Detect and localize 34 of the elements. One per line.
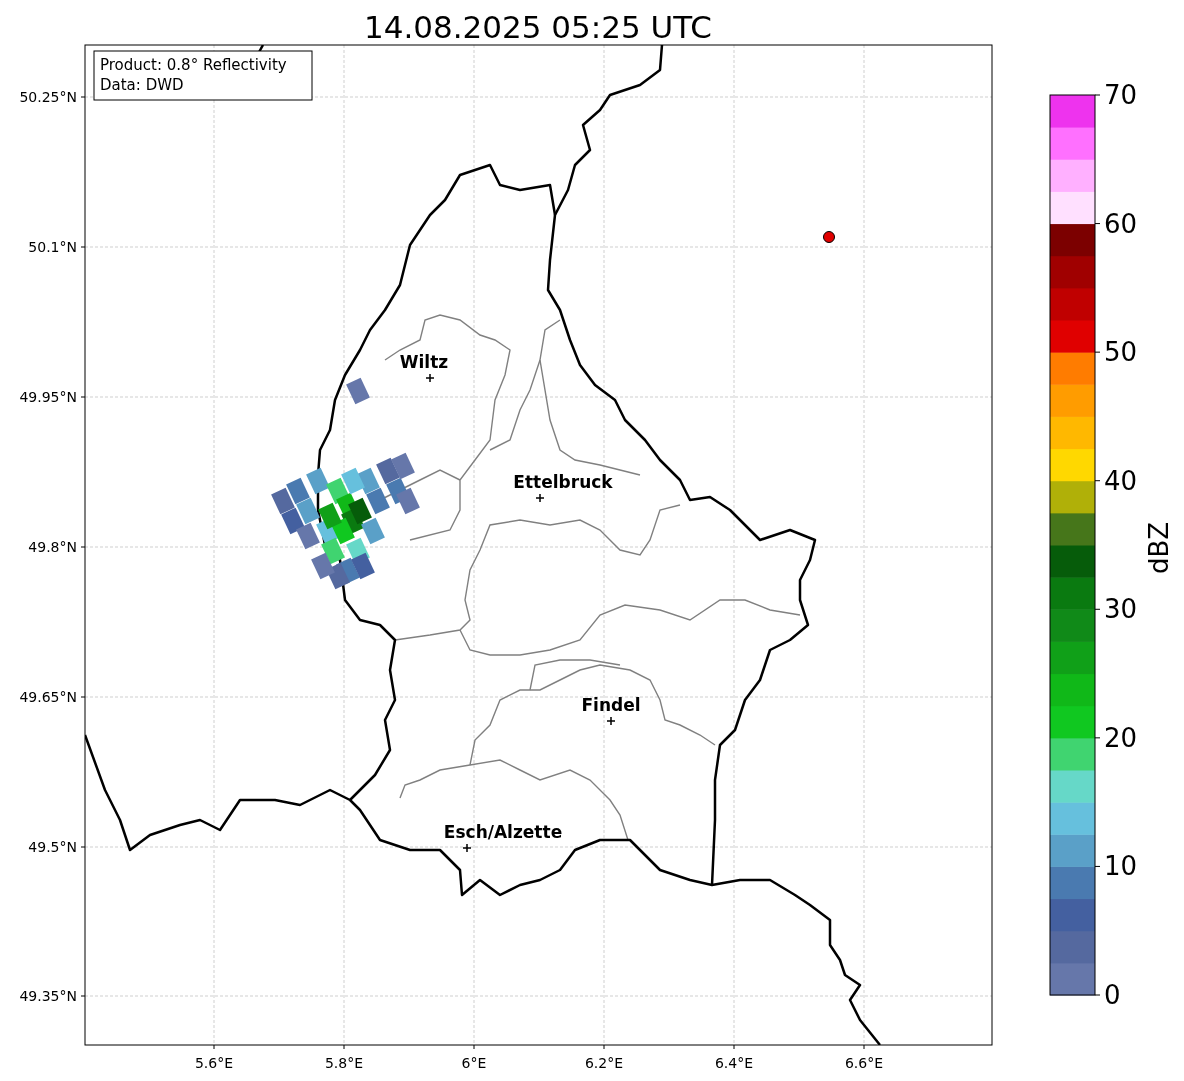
latitude-label: 50.1°N bbox=[28, 239, 77, 255]
latitude-label: 49.95°N bbox=[19, 389, 77, 405]
city-marker-icon bbox=[425, 373, 435, 383]
longitude-label: 5.6°E bbox=[194, 1055, 234, 1071]
colorbar-label: dBZ bbox=[1144, 521, 1174, 575]
colorbar-tick-label: 30 bbox=[1104, 594, 1138, 625]
city-marker-icon bbox=[535, 493, 545, 503]
colorbar-tick-label: 70 bbox=[1104, 80, 1138, 110]
colorbar-tick-label: 40 bbox=[1104, 465, 1138, 496]
info-text: Data: DWD bbox=[100, 76, 184, 94]
longitude-label: 6.4°E bbox=[714, 1055, 754, 1071]
latitude-label: 49.65°N bbox=[19, 689, 77, 705]
colorbar-tick-label: 10 bbox=[1104, 851, 1138, 882]
colorbar-tick-label: 20 bbox=[1104, 722, 1138, 753]
latitude-label: 50.25°N bbox=[19, 89, 77, 105]
latitude-label: 49.5°N bbox=[28, 839, 77, 855]
city-marker-icon bbox=[606, 716, 616, 726]
city-marker-icon bbox=[462, 843, 472, 853]
colorbar-tick-label: 0 bbox=[1104, 980, 1121, 1010]
latitude-label: 49.8°N bbox=[28, 539, 77, 555]
longitude-label: 5.8°E bbox=[324, 1055, 364, 1071]
colorbar-tick-label: 60 bbox=[1104, 208, 1138, 239]
city-label: Wiltz bbox=[399, 352, 449, 372]
latitude-label: 49.35°N bbox=[19, 988, 77, 1004]
longitude-label: 6.6°E bbox=[844, 1055, 884, 1071]
info-text: Product: 0.8° Reflectivity bbox=[100, 56, 287, 74]
colorbar-tick-label: 50 bbox=[1104, 337, 1138, 368]
city-label: Findel bbox=[581, 695, 641, 715]
longitude-label: 6.2°E bbox=[584, 1055, 624, 1071]
city-label: Ettelbruck bbox=[513, 472, 613, 492]
city-label: Esch/Alzette bbox=[443, 822, 563, 842]
location-marker-icon bbox=[823, 231, 835, 243]
chart-title: 14.08.2025 05:25 UTC bbox=[364, 9, 712, 45]
longitude-label: 6°E bbox=[461, 1055, 487, 1071]
